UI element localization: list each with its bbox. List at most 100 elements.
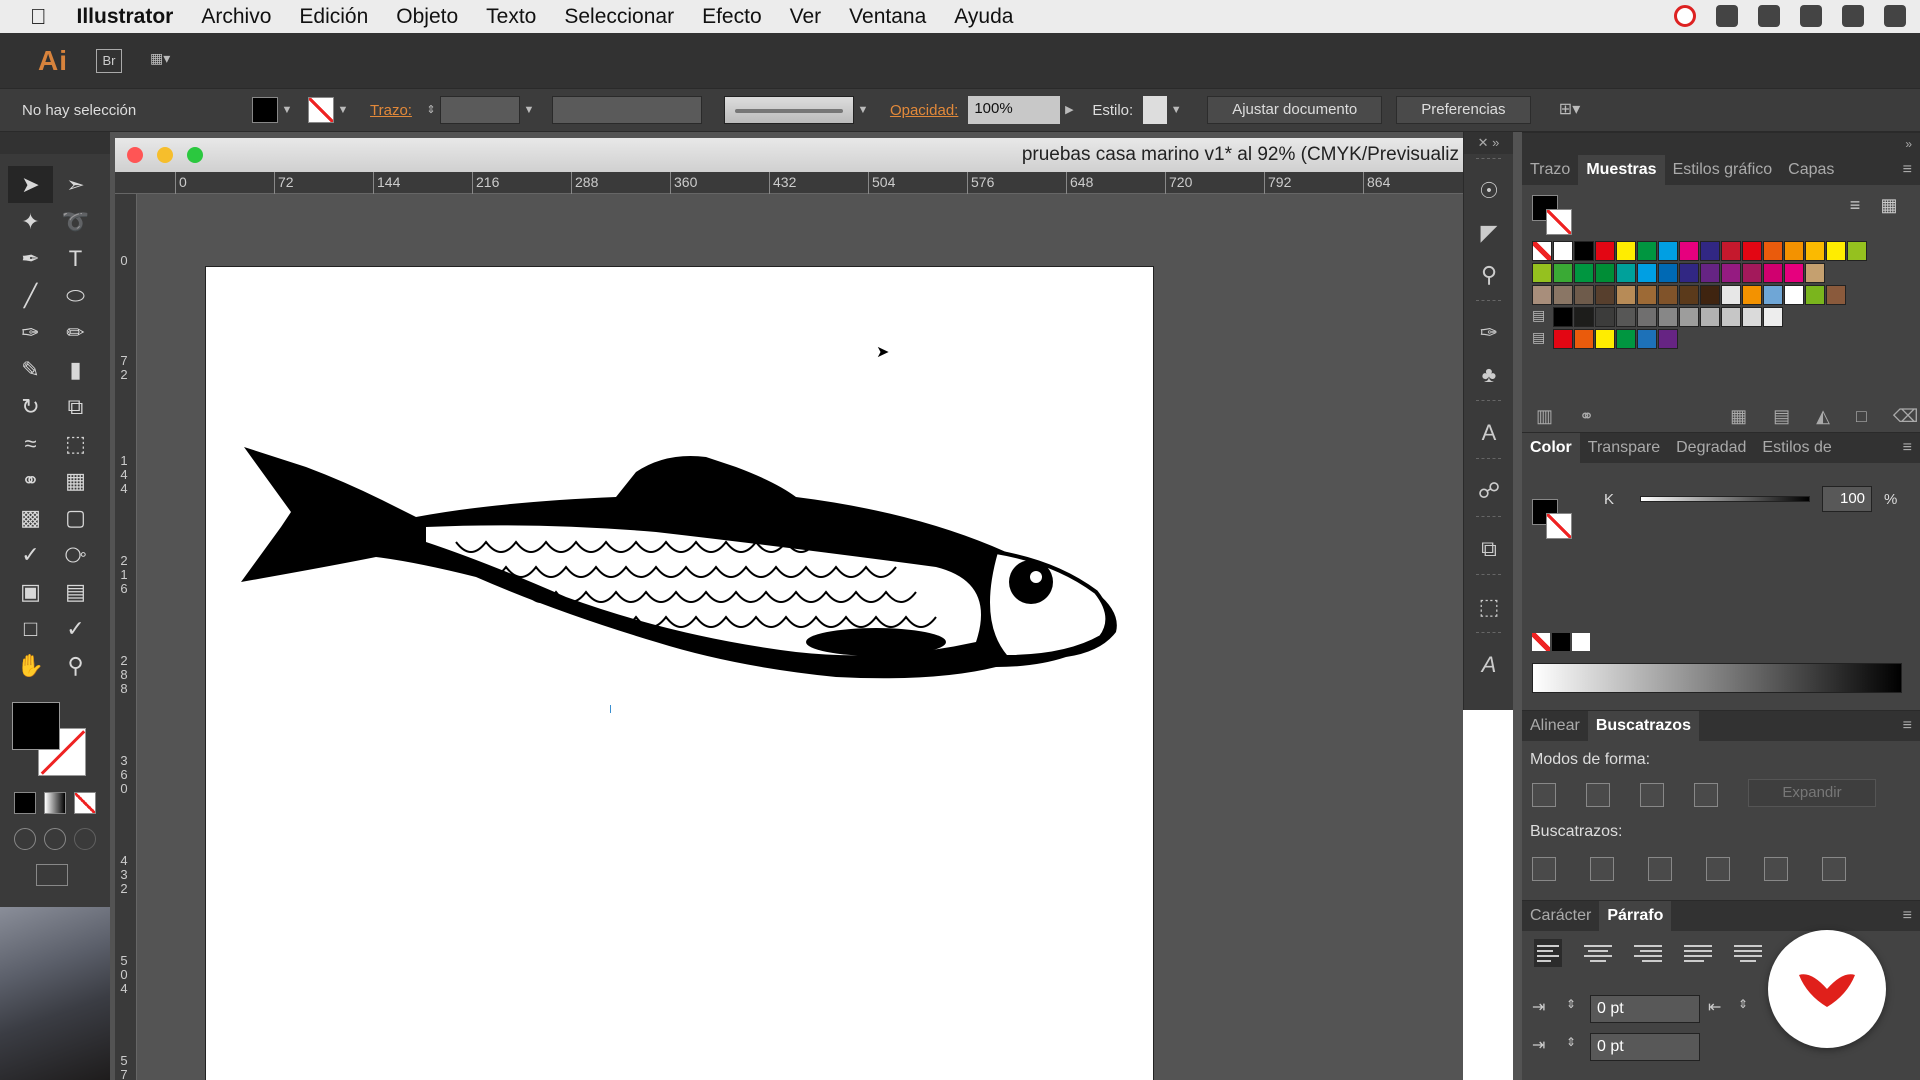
close-window-icon[interactable] (127, 147, 143, 163)
panel-menu-icon[interactable]: ≡ (1903, 907, 1912, 925)
blend-tool-icon[interactable]: ⧂ (53, 536, 98, 573)
tab-caracter[interactable]: Carácter (1522, 907, 1599, 925)
collapse-panels-icon[interactable]: ✕ » (1464, 132, 1513, 154)
color-swatch[interactable] (1658, 285, 1678, 305)
tab-capas[interactable]: Capas (1780, 161, 1842, 179)
color-swatch[interactable] (1721, 285, 1741, 305)
color-swatch[interactable] (1679, 285, 1699, 305)
tab-trazo[interactable]: Trazo (1522, 161, 1578, 179)
draw-normal-icon[interactable] (14, 828, 36, 850)
color-swatch[interactable] (1805, 263, 1825, 283)
draw-inside-icon[interactable] (74, 828, 96, 850)
color-swatch[interactable] (1532, 241, 1552, 261)
merge-icon[interactable] (1648, 857, 1672, 881)
menu-efecto[interactable]: Efecto (702, 5, 762, 29)
minus-front-icon[interactable] (1586, 783, 1610, 807)
align-left-icon[interactable] (1534, 939, 1562, 967)
canvas-area[interactable]: ➤ (137, 194, 1463, 1080)
stroke-weight-field[interactable] (439, 96, 520, 124)
fill-dropdown-icon[interactable]: ▼ (278, 97, 296, 123)
color-swatch[interactable] (1721, 263, 1741, 283)
symbols-panel-icon[interactable]: ♣ (1464, 354, 1514, 396)
color-swatch[interactable] (1595, 241, 1615, 261)
color-swatch[interactable] (1574, 285, 1594, 305)
color-swatch[interactable] (1805, 285, 1825, 305)
color-swatch[interactable] (1616, 285, 1636, 305)
k-slider[interactable] (1640, 496, 1811, 502)
horizontal-ruler[interactable]: 0 72 144 216 288 360 432 504 576 648 720 792 864 (115, 172, 1463, 194)
color-swatch[interactable] (1742, 241, 1762, 261)
expand-button[interactable]: Expandir (1748, 779, 1876, 807)
brush-definition[interactable] (723, 96, 854, 124)
panel-menu-icon[interactable]: ≡ (1903, 717, 1912, 735)
color-swatch[interactable] (1574, 329, 1594, 349)
stroke-dropdown-icon[interactable]: ▼ (334, 97, 352, 123)
opacity-field[interactable]: 100% (968, 96, 1061, 124)
tab-parrafo[interactable]: Párrafo (1599, 901, 1672, 931)
align-center-icon[interactable] (1584, 939, 1612, 967)
shaper-tool-icon[interactable]: ✎ (8, 351, 53, 388)
color-swatch[interactable] (1721, 307, 1741, 327)
color-swatch[interactable] (1532, 285, 1552, 305)
swatch-options-icon[interactable]: ▤ (1773, 406, 1790, 427)
none-color-chip[interactable] (1532, 633, 1550, 651)
color-swatch[interactable] (1553, 285, 1573, 305)
color-swatch[interactable] (1763, 285, 1783, 305)
opacity-arrow-icon[interactable]: ▶ (1060, 97, 1078, 123)
direct-selection-tool-icon[interactable]: ➣ (53, 166, 98, 203)
color-swatch[interactable] (1574, 263, 1594, 283)
none-mode-icon[interactable] (74, 792, 96, 814)
transform-panel-icon[interactable]: ⬚ (1464, 586, 1514, 628)
artboards-panel-icon[interactable]: ⧉ (1464, 528, 1514, 570)
color-swatch[interactable] (1532, 263, 1552, 283)
panel-menu-icon[interactable]: ≡ (1903, 439, 1912, 457)
tab-color[interactable]: Color (1522, 433, 1580, 463)
arrange-documents-icon[interactable]: ▦▾ (150, 50, 194, 72)
color-swatch[interactable] (1616, 263, 1636, 283)
mesh-tool-icon[interactable]: ▩ (8, 499, 53, 536)
color-group-folder-icon[interactable]: ▤ (1532, 329, 1552, 349)
glyphs-panel-icon[interactable]: A (1464, 644, 1514, 686)
delete-swatch-icon[interactable]: ⌫ (1893, 406, 1918, 427)
color-swatch[interactable] (1784, 241, 1804, 261)
color-swatch[interactable] (1637, 307, 1657, 327)
style-swatch[interactable] (1143, 96, 1168, 124)
zoom-tool-icon[interactable]: ⚲ (53, 647, 98, 684)
perspective-grid-tool-icon[interactable]: ▦ (53, 462, 98, 499)
magic-wand-tool-icon[interactable]: ✦ (8, 203, 53, 240)
style-dropdown-icon[interactable]: ▼ (1167, 97, 1185, 123)
stroke-swatch[interactable] (308, 97, 334, 123)
color-swatch[interactable] (1595, 329, 1615, 349)
color-swatch[interactable] (1679, 307, 1699, 327)
color-stroke-box[interactable] (1546, 513, 1572, 539)
appearance-panel-icon[interactable]: ☉ (1464, 170, 1514, 212)
divide-icon[interactable] (1532, 857, 1556, 881)
color-swatch[interactable] (1679, 263, 1699, 283)
brushes-panel-icon[interactable]: ✑ (1464, 312, 1514, 354)
k-value-field[interactable]: 100 (1822, 486, 1873, 512)
white-color-chip[interactable] (1572, 633, 1590, 651)
color-swatch[interactable] (1616, 307, 1636, 327)
gradient-mode-icon[interactable] (44, 792, 66, 814)
left-indent-stepper[interactable]: ⇕ (1566, 997, 1576, 1011)
unite-icon[interactable] (1532, 783, 1556, 807)
color-swatch[interactable] (1595, 285, 1615, 305)
color-swatch[interactable] (1616, 329, 1636, 349)
draw-behind-icon[interactable] (44, 828, 66, 850)
links-panel-icon[interactable]: ☍ (1464, 470, 1514, 512)
color-swatch[interactable] (1658, 263, 1678, 283)
justify-left-icon[interactable] (1684, 939, 1712, 967)
type-tool-icon[interactable]: T (53, 240, 98, 277)
tab-buscatrazos[interactable]: Buscatrazos (1587, 711, 1699, 741)
screen-mode-icon[interactable] (36, 864, 68, 886)
first-line-indent-field[interactable]: 0 pt (1590, 1033, 1700, 1061)
color-swatch[interactable] (1826, 241, 1846, 261)
exclude-icon[interactable] (1694, 783, 1718, 807)
justify-center-icon[interactable] (1734, 939, 1762, 967)
black-color-chip[interactable] (1552, 633, 1570, 651)
shape-builder-tool-icon[interactable]: ⚭ (8, 462, 53, 499)
column-graph-tool-icon[interactable]: ▤ (53, 573, 98, 610)
fill-color-box[interactable] (12, 702, 60, 750)
color-swatch[interactable] (1742, 263, 1762, 283)
eyedropper-tool-icon[interactable]: ✓ (8, 536, 53, 573)
